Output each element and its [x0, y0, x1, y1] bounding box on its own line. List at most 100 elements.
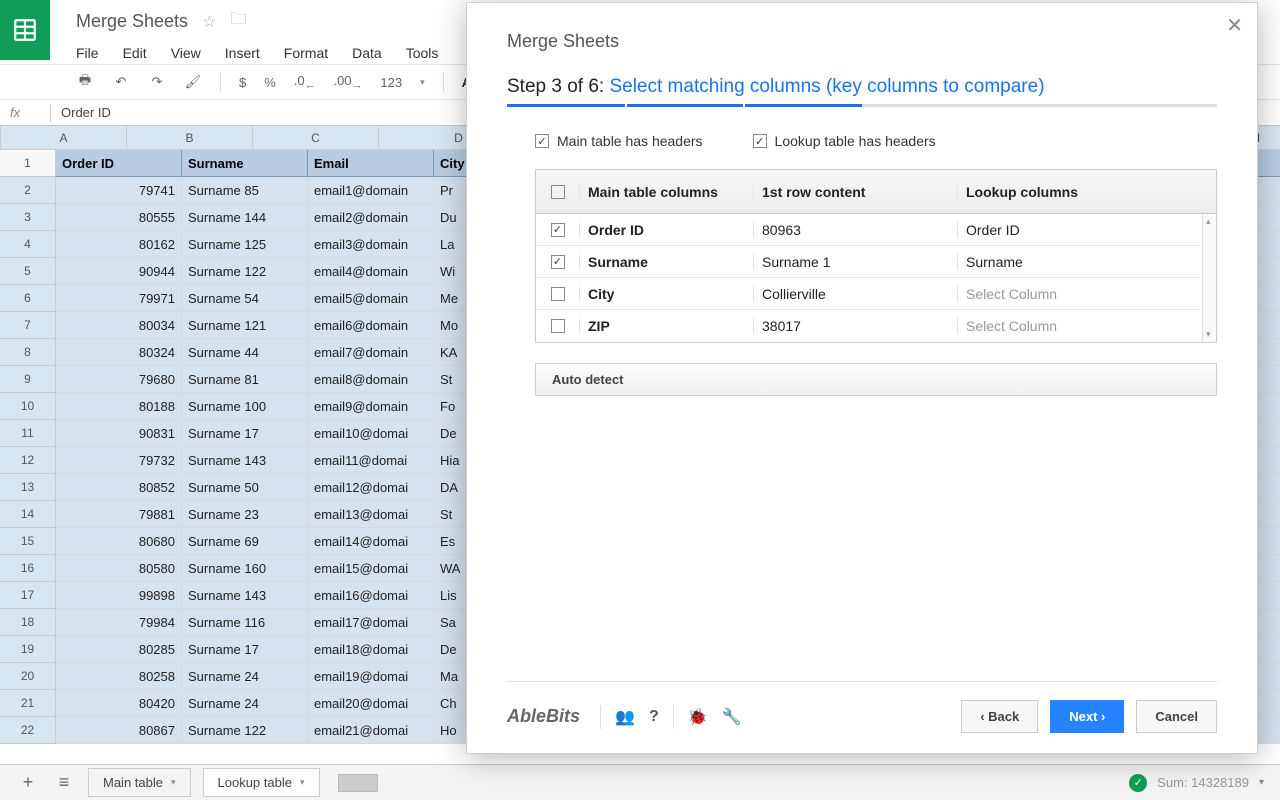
col-header[interactable]: A — [1, 126, 127, 150]
row-header[interactable]: 14 — [0, 501, 56, 528]
menu-insert[interactable]: Insert — [225, 45, 260, 61]
number-format[interactable]: 123 — [380, 75, 402, 90]
cell[interactable]: email13@domai — [308, 501, 434, 528]
menu-data[interactable]: Data — [352, 45, 382, 61]
cell[interactable]: Surname 44 — [182, 339, 308, 366]
paint-format-icon[interactable]: 🖌 — [184, 73, 202, 91]
row-header[interactable]: 3 — [0, 204, 56, 231]
cell[interactable]: 80580 — [56, 555, 182, 582]
menu-format[interactable]: Format — [284, 45, 328, 61]
bug-icon[interactable]: 🐞 — [688, 707, 708, 727]
cell[interactable]: email14@domai — [308, 528, 434, 555]
row-header[interactable]: 13 — [0, 474, 56, 501]
cell[interactable]: 79680 — [56, 366, 182, 393]
cell[interactable]: Surname 85 — [182, 177, 308, 204]
row-header[interactable]: 10 — [0, 393, 56, 420]
cell[interactable]: email16@domai — [308, 582, 434, 609]
cell[interactable]: Surname 100 — [182, 393, 308, 420]
cell[interactable]: 80324 — [56, 339, 182, 366]
row-header[interactable]: 5 — [0, 258, 56, 285]
wrench-icon[interactable]: 🔧 — [722, 707, 742, 727]
lookup-has-headers-checkbox[interactable]: ✓Lookup table has headers — [753, 133, 936, 149]
cell[interactable]: Surname 121 — [182, 312, 308, 339]
cell[interactable]: Surname 69 — [182, 528, 308, 555]
cell[interactable]: Surname 24 — [182, 690, 308, 717]
cell[interactable]: Order ID — [56, 150, 182, 177]
row-header[interactable]: 8 — [0, 339, 56, 366]
menu-tools[interactable]: Tools — [406, 45, 439, 61]
cell[interactable]: Surname 81 — [182, 366, 308, 393]
cell[interactable]: Surname 122 — [182, 717, 308, 744]
add-sheet-icon[interactable]: + — [16, 772, 40, 793]
users-icon[interactable]: 👥 — [615, 707, 635, 727]
cell[interactable]: Surname 160 — [182, 555, 308, 582]
lookup-column-select[interactable]: Surname — [958, 254, 1216, 270]
row-header[interactable]: 15 — [0, 528, 56, 555]
cell[interactable]: Surname 125 — [182, 231, 308, 258]
cell[interactable]: 80162 — [56, 231, 182, 258]
cell[interactable]: Surname 50 — [182, 474, 308, 501]
mapping-scrollbar[interactable]: ▴▾ — [1202, 214, 1216, 342]
cell[interactable]: 90944 — [56, 258, 182, 285]
row-checkbox[interactable]: ✓ — [551, 223, 565, 237]
row-header[interactable]: 12 — [0, 447, 56, 474]
menu-file[interactable]: File — [76, 45, 99, 61]
row-header[interactable]: 11 — [0, 420, 56, 447]
auto-detect-button[interactable]: Auto detect — [535, 363, 1217, 396]
formula-value[interactable]: Order ID — [61, 105, 111, 120]
decrease-decimal[interactable]: .0← — [294, 73, 316, 92]
cell[interactable]: email20@domai — [308, 690, 434, 717]
row-header[interactable]: 7 — [0, 312, 56, 339]
main-has-headers-checkbox[interactable]: ✓Main table has headers — [535, 133, 703, 149]
cell[interactable]: Surname 122 — [182, 258, 308, 285]
cell[interactable]: 80034 — [56, 312, 182, 339]
cell[interactable]: Surname 116 — [182, 609, 308, 636]
cell[interactable]: email5@domain — [308, 285, 434, 312]
cell[interactable]: 80285 — [56, 636, 182, 663]
row-header[interactable]: 16 — [0, 555, 56, 582]
cell[interactable]: 80188 — [56, 393, 182, 420]
print-icon[interactable]: 🖶 — [76, 73, 94, 91]
cell[interactable]: email4@domain — [308, 258, 434, 285]
cell[interactable]: Email — [308, 150, 434, 177]
row-header[interactable]: 21 — [0, 690, 56, 717]
row-checkbox[interactable] — [551, 319, 565, 333]
cell[interactable]: Surname — [182, 150, 308, 177]
cell[interactable]: 79971 — [56, 285, 182, 312]
lookup-column-select[interactable]: Order ID — [958, 222, 1216, 238]
cell[interactable]: 80555 — [56, 204, 182, 231]
cell[interactable]: email19@domai — [308, 663, 434, 690]
star-icon[interactable]: ☆ — [202, 12, 216, 32]
cell[interactable]: email8@domain — [308, 366, 434, 393]
menu-edit[interactable]: Edit — [123, 45, 147, 61]
next-button[interactable]: Next › — [1050, 700, 1124, 733]
cell[interactable]: 80420 — [56, 690, 182, 717]
col-header[interactable]: C — [253, 126, 379, 150]
menu-view[interactable]: View — [171, 45, 201, 61]
row-header[interactable]: 9 — [0, 366, 56, 393]
cell[interactable]: Surname 24 — [182, 663, 308, 690]
all-sheets-icon[interactable]: ≡ — [52, 772, 76, 793]
row-checkbox[interactable] — [551, 287, 565, 301]
sheet-tab-main[interactable]: Main table▾ — [88, 768, 191, 797]
cancel-button[interactable]: Cancel — [1136, 700, 1217, 733]
close-icon[interactable]: ✕ — [1226, 13, 1243, 38]
cell[interactable]: 79881 — [56, 501, 182, 528]
cell[interactable]: email1@domain — [308, 177, 434, 204]
cell[interactable]: 79741 — [56, 177, 182, 204]
increase-decimal[interactable]: .00→ — [333, 73, 362, 92]
row-header[interactable]: 19 — [0, 636, 56, 663]
sheet-tab-lookup[interactable]: Lookup table▾ — [203, 768, 320, 797]
cell[interactable]: 80852 — [56, 474, 182, 501]
row-header[interactable]: 1 — [0, 150, 56, 177]
cell[interactable]: email15@domai — [308, 555, 434, 582]
cell[interactable]: Surname 17 — [182, 636, 308, 663]
cell[interactable]: email7@domain — [308, 339, 434, 366]
cell[interactable]: 90831 — [56, 420, 182, 447]
doc-title[interactable]: Merge Sheets — [76, 11, 188, 32]
cell[interactable]: Surname 17 — [182, 420, 308, 447]
currency-format[interactable]: $ — [239, 75, 246, 90]
row-header[interactable]: 18 — [0, 609, 56, 636]
cell[interactable]: email18@domai — [308, 636, 434, 663]
cell[interactable]: 80258 — [56, 663, 182, 690]
